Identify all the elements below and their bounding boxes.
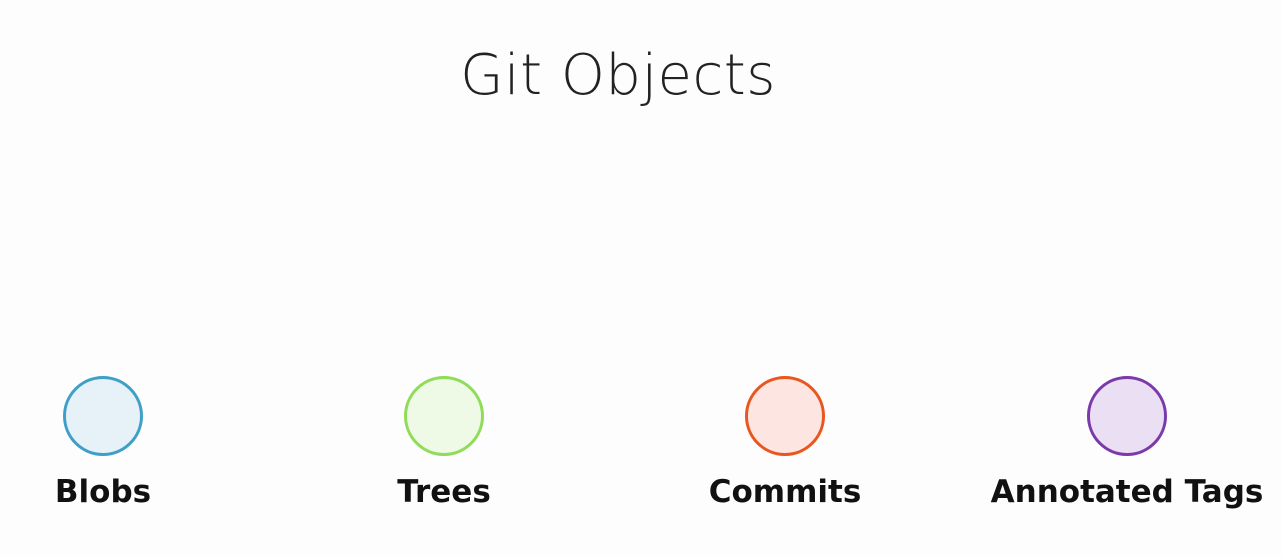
commits-label: Commits xyxy=(708,474,862,510)
annotated-tags-object: Annotated Tags xyxy=(977,376,1277,526)
page-title: Git Objects xyxy=(460,43,776,108)
commits-circle-icon xyxy=(745,376,825,456)
blobs-object: Blobs xyxy=(0,376,253,526)
blobs-circle-icon xyxy=(63,376,143,456)
commits-object: Commits xyxy=(635,376,935,526)
trees-object: Trees xyxy=(294,376,594,526)
blobs-label: Blobs xyxy=(54,474,152,510)
annotated-tags-circle-icon xyxy=(1087,376,1167,456)
trees-circle-icon xyxy=(404,376,484,456)
annotated-tags-label: Annotated Tags xyxy=(990,474,1264,510)
trees-label: Trees xyxy=(397,474,491,510)
